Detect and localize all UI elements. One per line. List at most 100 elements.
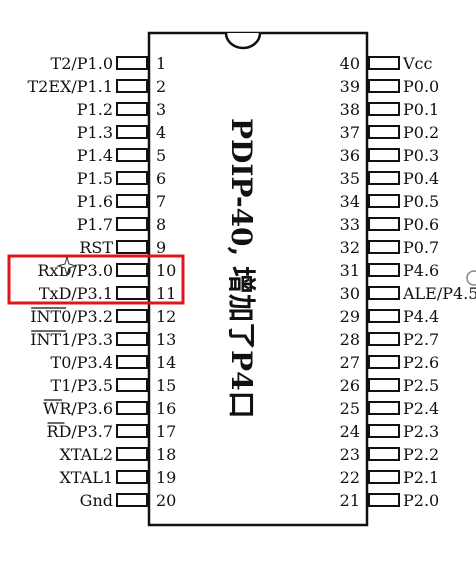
- pin-label-21: P2.0: [403, 491, 439, 510]
- pin-lead-23: [368, 447, 400, 461]
- pin-number-6: 6: [156, 169, 166, 188]
- pin-number-24: 24: [340, 422, 360, 441]
- pin-lead-39: [368, 79, 400, 93]
- pin-label-22: P2.1: [403, 468, 439, 487]
- pin-number-36: 36: [340, 146, 360, 165]
- pin-lead-18: [116, 447, 148, 461]
- pin-number-18: 18: [156, 445, 176, 464]
- pin-lead-32: [368, 240, 400, 254]
- pin-label-27: P2.6: [403, 353, 439, 372]
- pin-lead-5: [116, 148, 148, 162]
- pin-label-25: P2.4: [403, 399, 439, 418]
- pin-number-13: 13: [156, 330, 176, 349]
- chip-title: PDIP-40, 增加了P4口: [225, 118, 258, 419]
- pin-label-34: P0.5: [403, 192, 439, 211]
- pin-lead-36: [368, 148, 400, 162]
- pin-number-2: 2: [156, 77, 166, 96]
- pin-lead-8: [116, 217, 148, 231]
- pin-lead-21: [368, 493, 400, 507]
- pin-number-30: 30: [340, 284, 360, 303]
- pin-lead-15: [116, 378, 148, 392]
- pin-label-11: TxD/P3.1: [39, 284, 113, 303]
- pin-number-8: 8: [156, 215, 166, 234]
- pin-number-19: 19: [156, 468, 176, 487]
- pin-label-5: P1.4: [77, 146, 113, 165]
- pin-label-32: P0.7: [403, 238, 439, 257]
- pin-lead-35: [368, 171, 400, 185]
- pin-lead-7: [116, 194, 148, 208]
- pin-label-33: P0.6: [403, 215, 439, 234]
- pin-number-33: 33: [340, 215, 360, 234]
- pin-lead-26: [368, 378, 400, 392]
- pin-number-1: 1: [156, 54, 166, 73]
- pin-lead-22: [368, 470, 400, 484]
- pin-lead-24: [368, 424, 400, 438]
- pin-lead-17: [116, 424, 148, 438]
- pin-number-16: 16: [156, 399, 176, 418]
- pin-number-23: 23: [340, 445, 360, 464]
- pin-label-3: P1.2: [77, 100, 113, 119]
- pin-label-17: RD/P3.7: [47, 422, 113, 441]
- pin-number-38: 38: [340, 100, 360, 119]
- pin-label-15: T1/P3.5: [51, 376, 113, 395]
- pin-label-20: Gnd: [80, 491, 113, 510]
- pin-number-9: 9: [156, 238, 166, 257]
- pin-label-19: XTAL1: [59, 468, 113, 487]
- pin-lead-20: [116, 493, 148, 507]
- pin-number-31: 31: [340, 261, 360, 280]
- pin-11: 11 TxD/P3.1: [39, 284, 176, 303]
- pin-label-39: P0.0: [403, 77, 439, 96]
- pin-label-18: XTAL2: [59, 445, 113, 464]
- pin-10: 10 RxD/P3.0: [38, 261, 177, 280]
- pin-number-28: 28: [340, 330, 360, 349]
- pin-lead-12: [116, 309, 148, 323]
- pin-lead-38: [368, 102, 400, 116]
- pin-label-28: P2.7: [403, 330, 439, 349]
- pin-label-14: T0/P3.4: [51, 353, 113, 372]
- pin-number-37: 37: [340, 123, 360, 142]
- chip-title-group: PDIP-40, 增加了P4口: [225, 118, 258, 419]
- pin-number-26: 26: [340, 376, 360, 395]
- pin-lead-16: [116, 401, 148, 415]
- pin-lead-19: [116, 470, 148, 484]
- pin-number-11: 11: [156, 284, 176, 303]
- pin-label-4: P1.3: [77, 123, 113, 142]
- pin-label-29: P4.4: [403, 307, 439, 326]
- pin-lead-28: [368, 332, 400, 346]
- pin-number-17: 17: [156, 422, 176, 441]
- pin-lead-10: [116, 263, 148, 277]
- pin-number-10: 10: [156, 261, 176, 280]
- pin-number-40: 40: [340, 54, 360, 73]
- pin-number-14: 14: [156, 353, 176, 372]
- pin-label-8: P1.7: [77, 215, 113, 234]
- pin-number-4: 4: [156, 123, 166, 142]
- pin-label-9: RST: [79, 238, 113, 257]
- pin-16: 16 WR/P3.6: [43, 399, 176, 418]
- pin-number-35: 35: [340, 169, 360, 188]
- pin-lead-3: [116, 102, 148, 116]
- pin-lead-9: [116, 240, 148, 254]
- pin-label-13: INT1/P3.3: [30, 330, 113, 349]
- pin-lead-30: [368, 286, 400, 300]
- pin-label-38: P0.1: [403, 100, 439, 119]
- pin-number-22: 22: [340, 468, 360, 487]
- pin-number-21: 21: [340, 491, 360, 510]
- pin-number-7: 7: [156, 192, 166, 211]
- pin-number-27: 27: [340, 353, 360, 372]
- pin-lead-11: [116, 286, 148, 300]
- pin-lead-13: [116, 332, 148, 346]
- pin-lead-40: [368, 56, 400, 70]
- pin-number-12: 12: [156, 307, 176, 326]
- pin-label-26: P2.5: [403, 376, 439, 395]
- pin-lead-29: [368, 309, 400, 323]
- pin-number-5: 5: [156, 146, 166, 165]
- pin-label-30: ALE/P4.5: [402, 284, 476, 303]
- pin-number-25: 25: [340, 399, 360, 418]
- pin-lead-4: [116, 125, 148, 139]
- pin-lead-33: [368, 217, 400, 231]
- pin-number-15: 15: [156, 376, 176, 395]
- pin-number-34: 34: [340, 192, 360, 211]
- pin-label-1: T2/P1.0: [51, 54, 113, 73]
- pin-label-37: P0.2: [403, 123, 439, 142]
- pin-number-3: 3: [156, 100, 166, 119]
